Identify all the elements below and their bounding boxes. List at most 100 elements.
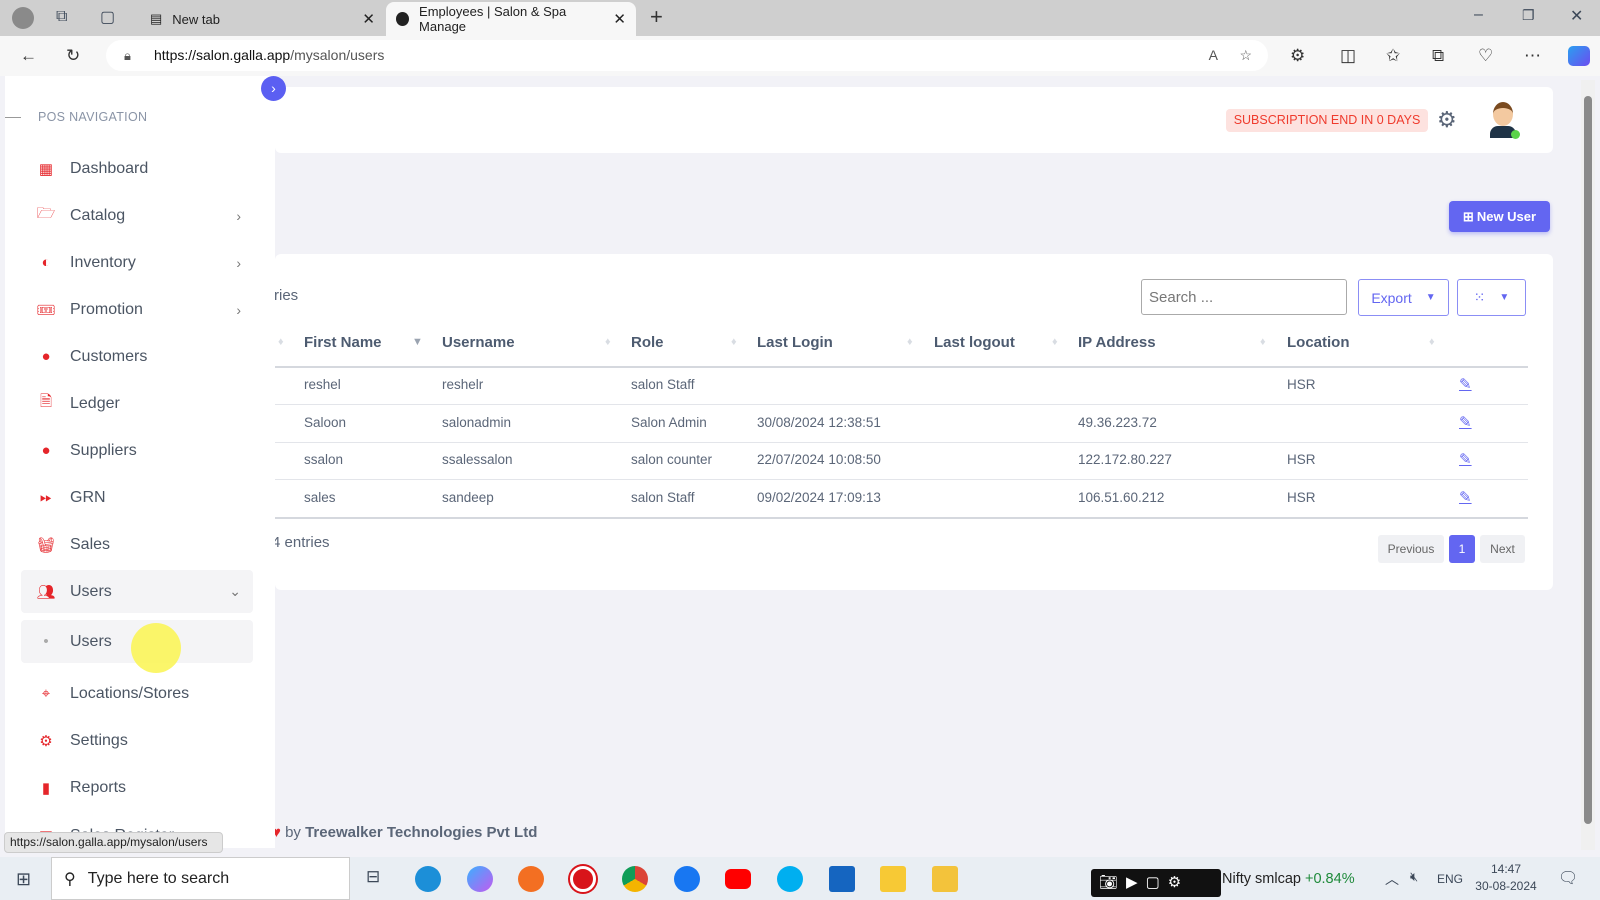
edge-icon[interactable] [415, 866, 441, 892]
sidebar-item-locations-stores[interactable]: ⌖ Locations/Stores [21, 672, 253, 715]
sidebar-item-label: Suppliers [70, 441, 137, 459]
sidebar-item-grn[interactable]: ⏩︎ GRN [21, 476, 253, 519]
column-header-last-login[interactable]: Last Login [757, 334, 833, 351]
sort-icon[interactable]: ♦ [731, 336, 737, 348]
extensions-icon[interactable]: ⚙︎ [1290, 46, 1305, 66]
users-icon: 👥︎ [36, 583, 56, 601]
app-icon[interactable] [880, 866, 906, 892]
column-visibility-button[interactable]: ⁙ ▼ [1457, 279, 1526, 316]
export-button[interactable]: Export ▼ [1358, 279, 1449, 316]
sidebar-item-sales[interactable]: 🧺︎ Sales [21, 523, 253, 566]
profile-icon[interactable] [12, 7, 34, 29]
sort-icon[interactable]: ♦ [605, 336, 611, 348]
restore-button[interactable]: ❐ [1522, 7, 1535, 24]
sidebar-item-reports[interactable]: ▮ Reports [21, 766, 253, 809]
edit-icon[interactable]: ✎ [1459, 413, 1472, 431]
sort-icon[interactable]: ♦ [278, 336, 284, 348]
forward-icon: ⏩︎ [39, 489, 52, 506]
column-header-role[interactable]: Role [631, 334, 664, 351]
file-explorer-icon[interactable] [932, 866, 958, 892]
table-cell: salon counter [631, 452, 713, 467]
search-input[interactable] [1141, 279, 1347, 315]
sidebar-item-settings[interactable]: ⚙ Settings [21, 719, 253, 762]
firefox-icon[interactable] [518, 866, 544, 892]
chevron-down-icon: ⌄ [229, 583, 241, 599]
sidebar-item-label: Users [70, 632, 112, 650]
record-app-icon[interactable] [570, 866, 596, 892]
row-divider [275, 517, 1528, 519]
sidebar-item-catalog[interactable]: 🗁︎ Catalog › [21, 194, 253, 237]
sidebar-item-customers[interactable]: ● Customers [21, 335, 253, 378]
sidebar-toggle-button[interactable]: › [261, 76, 286, 101]
sort-icon[interactable]: ♦ [907, 336, 913, 348]
back-icon[interactable]: ← [20, 46, 37, 66]
capture-toolbar[interactable]: 📷︎▶▢⚙ [1091, 869, 1221, 897]
task-view-icon[interactable]: ⊟ [366, 867, 380, 887]
copilot-icon[interactable] [1568, 46, 1590, 66]
split-screen-icon[interactable]: ◫ [1340, 46, 1356, 66]
new-tab-button[interactable]: + [650, 4, 663, 30]
edit-icon[interactable]: ✎ [1459, 488, 1472, 506]
edit-icon[interactable]: ✎ [1459, 375, 1472, 393]
skype-icon[interactable] [777, 866, 803, 892]
page-scrollbar[interactable] [1581, 80, 1595, 850]
minimize-button[interactable]: – [1474, 6, 1483, 24]
sidebar-item-ledger[interactable]: 🗎︎ Ledger [21, 382, 253, 425]
taskbar-search-input[interactable]: ⚲ Type here to search [51, 857, 350, 900]
sidebar-item-label: GRN [70, 488, 106, 506]
language-indicator[interactable]: ENG [1437, 872, 1463, 886]
tab-employees[interactable]: Employees | Salon & Spa Manage ✕ [386, 2, 636, 36]
facebook-icon[interactable] [674, 866, 700, 892]
edit-icon[interactable]: ✎ [1459, 450, 1472, 468]
notifications-icon[interactable]: 🗨︎ [1558, 868, 1578, 888]
column-header-ip-address[interactable]: IP Address [1078, 334, 1156, 351]
copilot-icon[interactable] [467, 866, 493, 892]
row-divider [275, 404, 1528, 405]
browser-essentials-icon[interactable]: ♡ [1478, 46, 1493, 66]
clock[interactable]: 14:47 30-08-2024 [1475, 861, 1537, 895]
stock-widget[interactable]: Nifty smlcap +0.84% [1222, 871, 1355, 887]
sidebar-item-inventory[interactable]: ◐ Inventory › [21, 241, 253, 284]
sort-icon[interactable]: ♦ [1052, 336, 1058, 348]
avatar[interactable] [1487, 100, 1520, 140]
sidebar-item-dashboard[interactable]: ▦ Dashboard [21, 147, 253, 190]
favorites-icon[interactable]: ✩ [1386, 46, 1400, 66]
settings-gear-icon[interactable]: ⚙ [1437, 107, 1457, 133]
refresh-icon[interactable]: ↻ [66, 46, 80, 66]
volume-muted-icon[interactable]: 🔇︎ [1410, 869, 1418, 885]
favorite-star-icon[interactable]: ☆ [1239, 40, 1252, 71]
close-window-button[interactable]: ✕ [1570, 6, 1583, 26]
tray-chevron-icon[interactable]: ︿ [1385, 869, 1399, 889]
read-aloud-icon[interactable]: A [1209, 40, 1218, 71]
pagination-previous[interactable]: Previous [1378, 535, 1444, 563]
close-tab-icon[interactable]: ✕ [362, 10, 375, 28]
new-user-button[interactable]: ⊞ New User [1449, 201, 1550, 232]
sidebar-item-promotion[interactable]: 🎟︎ Promotion › [21, 288, 253, 331]
pagination-next[interactable]: Next [1480, 535, 1525, 563]
collections-icon[interactable]: ⧉ [56, 8, 67, 26]
column-header-last-logout[interactable]: Last logout [934, 334, 1015, 351]
url-input[interactable]: 🔒︎ https://salon.galla.app/mysalon/users … [106, 40, 1268, 71]
youtube-icon[interactable] [725, 869, 751, 889]
sidebar-item-suppliers[interactable]: ● Suppliers [21, 429, 253, 472]
tab-actions-icon[interactable]: ▢ [100, 7, 115, 27]
footer-credit: ♥ by Treewalker Technologies Pvt Ltd [272, 824, 538, 841]
pagination-page-1[interactable]: 1 [1449, 535, 1475, 563]
column-header-first-name[interactable]: First Name [304, 334, 382, 351]
sort-icon[interactable]: ▼ [412, 336, 423, 348]
close-tab-icon[interactable]: ✕ [613, 10, 626, 28]
more-menu-icon[interactable]: ⋯ [1524, 46, 1541, 66]
store-icon[interactable] [829, 866, 855, 892]
column-header-username[interactable]: Username [442, 334, 515, 351]
table-cell: HSR [1287, 377, 1316, 392]
basket-icon: 🧺︎ [36, 536, 56, 554]
sort-icon[interactable]: ♦ [1260, 336, 1266, 348]
column-header-location[interactable]: Location [1287, 334, 1350, 351]
table-cell: reshelr [442, 377, 484, 392]
sidebar-item-users[interactable]: 👥︎ Users ⌄ [21, 570, 253, 613]
chrome-icon[interactable] [622, 866, 648, 892]
sort-icon[interactable]: ♦ [1429, 336, 1435, 348]
windows-start-icon[interactable]: ⊞ [16, 869, 31, 890]
tab-new-tab[interactable]: ▤ New tab ✕ [140, 2, 385, 36]
collections-icon[interactable]: ⧉ [1432, 46, 1444, 66]
